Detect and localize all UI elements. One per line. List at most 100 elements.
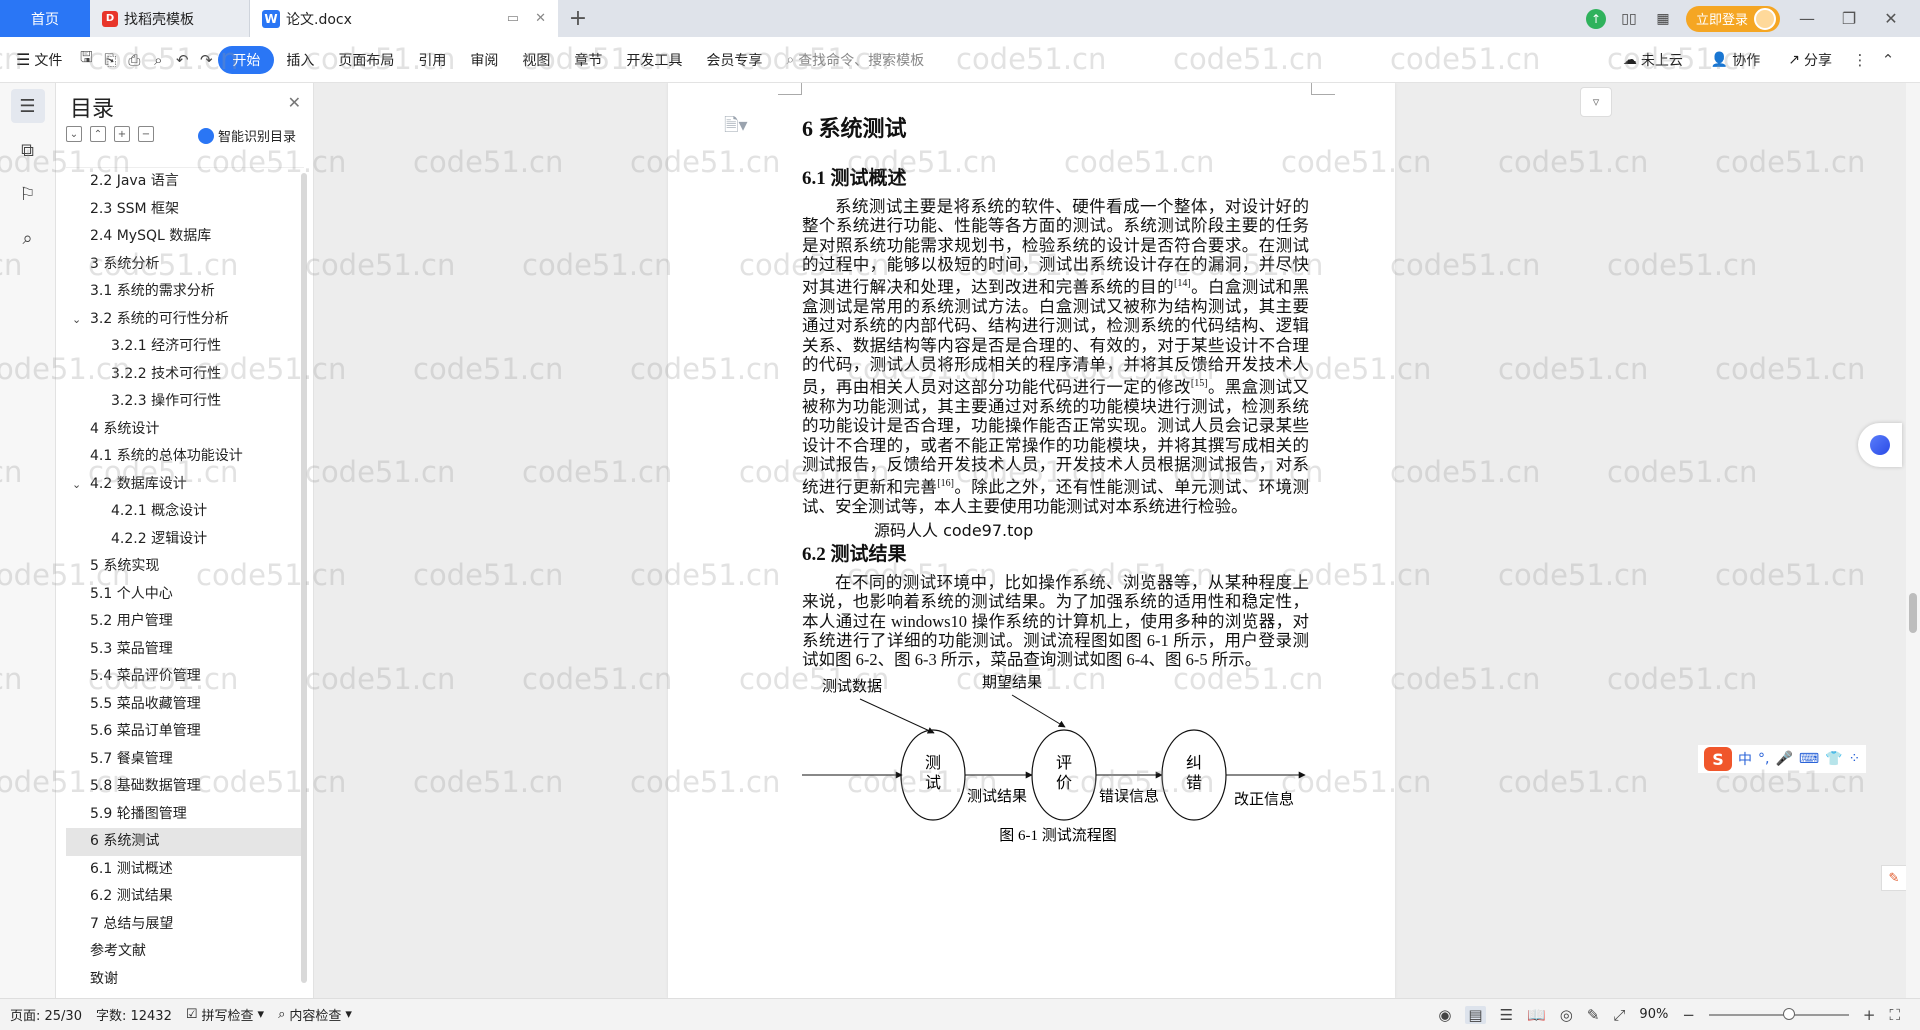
page-view-icon[interactable]: ▤ — [1465, 1005, 1486, 1024]
outline-view-icon[interactable]: ☰ — [1500, 1006, 1513, 1024]
chevron-down-icon[interactable]: ⌄ — [72, 471, 81, 499]
zoom-slider-knob[interactable] — [1782, 1007, 1795, 1020]
minimize-icon[interactable]: — — [1792, 9, 1822, 28]
toc-item[interactable]: 3.1 系统的需求分析 — [66, 278, 304, 306]
collab-button[interactable]: 👤 协作 — [1699, 46, 1772, 74]
toc-item[interactable]: ⌄ 3.2 系统的可行性分析 — [66, 306, 304, 334]
tab-document[interactable]: W 论文.docx ▭ ✕ — [250, 0, 558, 37]
toc-item[interactable]: 5.5 菜品收藏管理 — [66, 691, 304, 719]
toc-item[interactable]: 4.2.2 逻辑设计 — [66, 526, 304, 554]
upload-icon[interactable]: ↑ — [1585, 8, 1606, 29]
print-icon[interactable]: ⎙ — [122, 48, 146, 72]
content-check[interactable]: ⌕ 内容检查 ▾ — [278, 1005, 352, 1024]
bookmark-icon[interactable]: ⚐ — [11, 177, 45, 211]
toc-item[interactable]: 5.6 菜品订单管理 — [66, 718, 304, 746]
smart-toc-button[interactable]: 智能识别目录 — [198, 126, 296, 145]
skin-icon[interactable]: 👕 — [1825, 751, 1842, 767]
collapse-icon[interactable]: ⌃ — [90, 126, 106, 142]
page-indicator[interactable]: 页面: 25/30 — [10, 1005, 82, 1024]
eye-protection-icon[interactable]: ◉ — [1438, 1006, 1451, 1024]
tab-chapter[interactable]: 章节 — [562, 46, 614, 74]
toc-item[interactable]: 3.2.3 操作可行性 — [66, 388, 304, 416]
toc-item[interactable]: 5.2 用户管理 — [66, 608, 304, 636]
toc-item[interactable]: 5 系统实现 — [66, 553, 304, 581]
tab-start[interactable]: 开始 — [218, 45, 275, 74]
toc-item[interactable]: 5.1 个人中心 — [66, 581, 304, 609]
zoom-out-icon[interactable]: − — [1682, 1006, 1695, 1024]
vertical-scrollbar[interactable] — [1906, 83, 1920, 998]
toc-item[interactable]: 参考文献 — [66, 938, 304, 966]
page-filter-icon[interactable]: ▿ — [1580, 87, 1612, 117]
spell-check[interactable]: ☑ 拼写检查 ▾ — [186, 1005, 264, 1024]
expand-icon[interactable]: ⌄ — [66, 126, 82, 142]
scrollbar-thumb[interactable] — [1909, 593, 1917, 633]
tab-review[interactable]: 审阅 — [458, 46, 510, 74]
zoom-in-icon[interactable]: + — [1863, 1006, 1876, 1024]
tab-view[interactable]: 视图 — [510, 46, 562, 74]
toc-item[interactable]: 4.2.1 概念设计 — [66, 498, 304, 526]
undo-icon[interactable]: ↶ — [170, 48, 194, 72]
toc-scrollbar[interactable] — [301, 173, 307, 983]
microphone-icon[interactable]: 🎤 — [1775, 751, 1792, 767]
window-layout-icon[interactable]: ▯▯ — [1618, 8, 1640, 30]
tab-layout[interactable]: 页面布局 — [326, 46, 406, 74]
close-icon[interactable]: ✕ — [288, 93, 301, 112]
print-preview-icon[interactable]: ⌕ — [146, 48, 170, 72]
toc-item[interactable]: 3.2.1 经济可行性 — [66, 333, 304, 361]
remove-item-icon[interactable]: − — [138, 126, 154, 142]
toc-item-selected[interactable]: 6 系统测试 — [66, 828, 304, 856]
web-view-icon[interactable]: ◎ — [1560, 1006, 1573, 1024]
fullscreen-icon[interactable]: ⛶ — [1889, 1006, 1900, 1024]
fit-page-icon[interactable]: ⤢ — [1613, 1006, 1625, 1024]
monitor-icon[interactable]: ▭ — [507, 11, 519, 26]
toc-item[interactable]: 2.4 MySQL 数据库 — [66, 223, 304, 251]
toc-item[interactable]: 7 总结与展望 — [66, 911, 304, 939]
toc-item[interactable]: 4.1 系统的总体功能设计 — [66, 443, 304, 471]
zoom-slider[interactable] — [1708, 1007, 1849, 1020]
ai-assistant-button[interactable] — [1858, 423, 1902, 467]
collapse-ribbon-icon[interactable]: ⌃ — [1876, 48, 1900, 72]
toc-item[interactable]: 5.8 基础数据管理 — [66, 773, 304, 801]
document-page[interactable]: 🗎▾ 6 系统测试 6.1 测试概述 系统测试主要是将系统的软件、硬件看成一个整… — [668, 83, 1395, 998]
navigation-icon[interactable]: ⧉ — [11, 133, 45, 167]
sogou-ime-icon[interactable]: S — [1704, 747, 1732, 771]
doc-style-icon[interactable]: 🗎▾ — [724, 113, 748, 143]
tab-insert[interactable]: 插入 — [274, 46, 326, 74]
toc-item[interactable]: 5.7 餐桌管理 — [66, 746, 304, 774]
new-tab-button[interactable]: + — [558, 0, 598, 37]
chevron-down-icon[interactable]: ⌄ — [72, 306, 81, 334]
toc-item[interactable]: 5.4 菜品评价管理 — [66, 663, 304, 691]
toc-item[interactable]: 6.2 测试结果 — [66, 883, 304, 911]
toc-panel-icon[interactable]: ☰ — [10, 89, 45, 123]
toc-item[interactable]: 2.2 Java 语言 — [66, 168, 304, 196]
zoom-level[interactable]: 90% — [1639, 1007, 1668, 1022]
toc-item[interactable]: 2.3 SSM 框架 — [66, 196, 304, 224]
pen-icon[interactable]: ✎ — [1587, 1006, 1600, 1024]
toc-item[interactable]: 3.2.2 技术可行性 — [66, 361, 304, 389]
add-item-icon[interactable]: + — [114, 126, 130, 142]
toc-item[interactable]: 4 系统设计 — [66, 416, 304, 444]
reading-view-icon[interactable]: 📖 — [1527, 1006, 1546, 1024]
toc-item[interactable]: 5.9 轮播图管理 — [66, 801, 304, 829]
login-button[interactable]: 立即登录 — [1685, 5, 1780, 32]
tab-reference[interactable]: 引用 — [406, 46, 458, 74]
more-icon[interactable]: ⋮ — [1848, 48, 1872, 72]
close-tab-icon[interactable]: ✕ — [535, 11, 546, 26]
tab-developer[interactable]: 开发工具 — [614, 46, 694, 74]
feedback-icon[interactable]: ✎ — [1881, 865, 1907, 891]
tab-member[interactable]: 会员专享 — [694, 46, 774, 74]
share-button[interactable]: ↗ 分享 — [1776, 46, 1844, 74]
toolbox-icon[interactable]: ⁘ — [1849, 751, 1861, 767]
find-icon[interactable]: ⌕ — [11, 221, 45, 255]
toc-item[interactable]: ⌄ 4.2 数据库设计 — [66, 471, 304, 499]
grid-apps-icon[interactable]: ▦ — [1652, 8, 1674, 30]
punctuation-icon[interactable]: °, — [1758, 751, 1769, 767]
restore-icon[interactable]: ❐ — [1834, 9, 1864, 28]
save-icon[interactable]: 🖫 — [74, 48, 98, 72]
toc-item[interactable]: 致谢 — [66, 966, 304, 994]
cloud-status[interactable]: ☁ 未上云 — [1611, 46, 1695, 74]
ime-language[interactable]: 中 — [1738, 749, 1752, 769]
file-menu[interactable]: ☰ 文件 — [16, 46, 74, 74]
export-icon[interactable]: ⎘ — [98, 48, 122, 72]
tab-home[interactable]: 首页 — [0, 0, 90, 37]
